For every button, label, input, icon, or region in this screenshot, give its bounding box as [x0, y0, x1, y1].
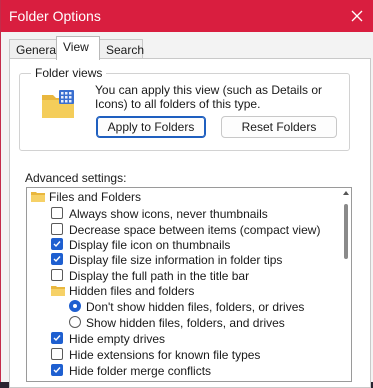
- folder-options-window: Folder Options General View Search Folde…: [0, 0, 373, 388]
- tab-view-label: View: [63, 40, 89, 54]
- checkbox-checked[interactable]: [51, 238, 63, 250]
- window-title: Folder Options: [9, 8, 101, 24]
- checkbox-checked[interactable]: [51, 253, 63, 265]
- list-item-label: Display the full path in the title bar: [69, 269, 250, 283]
- title-bar[interactable]: Folder Options: [1, 0, 373, 32]
- tab-strip: General View Search: [9, 36, 369, 60]
- checkbox-checked[interactable]: [51, 332, 63, 344]
- check-icon: [53, 335, 61, 342]
- advanced-settings-label: Advanced settings:: [25, 171, 127, 185]
- list-item-label: Files and Folders: [49, 190, 142, 204]
- close-button[interactable]: [340, 0, 373, 32]
- checkbox[interactable]: [51, 348, 63, 360]
- advanced-settings-list[interactable]: Files and Folders Always show icons, nev…: [26, 187, 352, 382]
- checkbox[interactable]: [51, 207, 63, 219]
- folder-icon: [51, 286, 65, 296]
- list-item-label: Display file size information in folder …: [69, 253, 283, 267]
- close-icon: [351, 10, 363, 22]
- check-icon: [53, 241, 61, 248]
- folder-icon: [31, 192, 45, 202]
- tab-search[interactable]: Search: [99, 39, 145, 59]
- list-item-label: Hidden files and folders: [69, 284, 195, 298]
- list-item-label: Hide extensions for known file types: [69, 348, 261, 362]
- list-item-label: Display file icon on thumbnails: [69, 238, 231, 252]
- check-icon: [53, 367, 61, 374]
- tab-view[interactable]: View: [56, 36, 100, 60]
- list-item-label: Always show icons, never thumbnails: [69, 207, 268, 221]
- folder-view-icon: [42, 90, 74, 118]
- radio-selected[interactable]: [69, 300, 81, 312]
- scroll-up-icon[interactable]: [343, 190, 349, 196]
- list-item-label: Don't show hidden files, folders, or dri…: [86, 300, 305, 314]
- folder-views-description: You can apply this view (such as Details…: [95, 83, 323, 111]
- folder-views-legend: Folder views: [31, 66, 107, 80]
- radio[interactable]: [69, 316, 81, 328]
- list-item-label: Hide empty drives: [69, 332, 166, 346]
- apply-to-folders-button[interactable]: Apply to Folders: [96, 116, 206, 138]
- checkbox[interactable]: [51, 223, 63, 235]
- tab-general-label: General: [16, 43, 59, 57]
- scrollbar-thumb[interactable]: [344, 204, 348, 259]
- list-item-label: Decrease space between items (compact vi…: [69, 223, 321, 237]
- tab-general[interactable]: General: [9, 39, 59, 59]
- checkbox-checked[interactable]: [51, 364, 63, 376]
- list-item-label: Hide folder merge conflicts: [69, 364, 212, 378]
- check-icon: [53, 256, 61, 263]
- checkbox[interactable]: [51, 269, 63, 281]
- reset-folders-button[interactable]: Reset Folders: [221, 116, 337, 138]
- tab-search-label: Search: [106, 43, 145, 57]
- list-item-label: Show hidden files, folders, and drives: [86, 316, 285, 330]
